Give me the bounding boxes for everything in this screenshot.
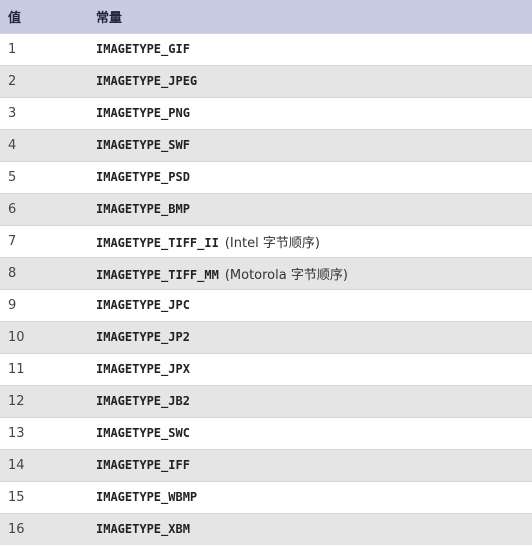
cell-constant: IMAGETYPE_XBM (96, 513, 532, 545)
table-row: 8 IMAGETYPE_TIFF_MM (Motorola 字节顺序) (0, 257, 532, 289)
table-row: 6 IMAGETYPE_BMP (0, 193, 532, 225)
value-text: 11 (8, 361, 25, 377)
header-value: 值 (8, 10, 22, 26)
value-text: 1 (8, 41, 17, 57)
imagetype-constants-table: 值 常量 1 IMAGETYPE_GIF 2 IMAGETYPE_JPEG 3 IMAGE… (0, 0, 532, 545)
table-row: 9 IMAGETYPE_JPC (0, 289, 532, 321)
table-header: 值 常量 (0, 0, 532, 33)
value-text: 3 (8, 105, 17, 121)
value-text: 8 (8, 265, 17, 281)
cell-constant: IMAGETYPE_WBMP (96, 481, 532, 513)
constant-note: (Motorola 字节顺序) (224, 267, 348, 283)
constant-name: IMAGETYPE_SWC (96, 425, 190, 440)
cell-value: 3 (0, 97, 96, 129)
table-header-row: 值 常量 (0, 0, 532, 33)
cell-constant: IMAGETYPE_JP2 (96, 321, 532, 353)
value-text: 2 (8, 73, 17, 89)
constant-name: IMAGETYPE_XBM (96, 521, 190, 536)
constant-name: IMAGETYPE_PNG (96, 105, 190, 120)
table-row: 2 IMAGETYPE_JPEG (0, 65, 532, 97)
cell-value: 5 (0, 161, 96, 193)
constant-name: IMAGETYPE_JPC (96, 297, 190, 312)
constant-note: (Intel 字节顺序) (224, 235, 320, 251)
cell-constant: IMAGETYPE_PSD (96, 161, 532, 193)
cell-value: 4 (0, 129, 96, 161)
value-text: 4 (8, 137, 17, 153)
cell-value: 15 (0, 481, 96, 513)
table-row: 1 IMAGETYPE_GIF (0, 33, 532, 65)
cell-constant: IMAGETYPE_SWF (96, 129, 532, 161)
constant-name: IMAGETYPE_SWF (96, 137, 190, 152)
cell-value: 12 (0, 385, 96, 417)
constant-name: IMAGETYPE_WBMP (96, 489, 198, 504)
cell-value: 9 (0, 289, 96, 321)
table-row: 12 IMAGETYPE_JB2 (0, 385, 532, 417)
cell-constant: IMAGETYPE_BMP (96, 193, 532, 225)
cell-constant: IMAGETYPE_TIFF_MM (Motorola 字节顺序) (96, 257, 532, 289)
value-text: 14 (8, 457, 25, 473)
cell-constant: IMAGETYPE_PNG (96, 97, 532, 129)
value-text: 16 (8, 521, 25, 537)
constant-name: IMAGETYPE_GIF (96, 41, 190, 56)
table-row: 15 IMAGETYPE_WBMP (0, 481, 532, 513)
table-row: 13 IMAGETYPE_SWC (0, 417, 532, 449)
table-row: 3 IMAGETYPE_PNG (0, 97, 532, 129)
cell-value: 14 (0, 449, 96, 481)
constant-name: IMAGETYPE_TIFF_II (96, 235, 219, 250)
table-row: 4 IMAGETYPE_SWF (0, 129, 532, 161)
value-text: 10 (8, 329, 25, 345)
cell-value: 7 (0, 225, 96, 257)
cell-constant: IMAGETYPE_JB2 (96, 385, 532, 417)
constant-name: IMAGETYPE_JP2 (96, 329, 190, 344)
cell-value: 8 (0, 257, 96, 289)
cell-value: 16 (0, 513, 96, 545)
constant-name: IMAGETYPE_JPEG (96, 73, 198, 88)
cell-constant: IMAGETYPE_TIFF_II (Intel 字节顺序) (96, 225, 532, 257)
cell-constant: IMAGETYPE_JPEG (96, 65, 532, 97)
cell-value: 11 (0, 353, 96, 385)
cell-constant: IMAGETYPE_IFF (96, 449, 532, 481)
cell-constant: IMAGETYPE_JPC (96, 289, 532, 321)
table-row: 14 IMAGETYPE_IFF (0, 449, 532, 481)
table-row: 11 IMAGETYPE_JPX (0, 353, 532, 385)
header-constant: 常量 (96, 10, 123, 26)
cell-value: 2 (0, 65, 96, 97)
constant-name: IMAGETYPE_JB2 (96, 393, 190, 408)
cell-value: 10 (0, 321, 96, 353)
constant-name: IMAGETYPE_TIFF_MM (96, 267, 219, 282)
cell-constant: IMAGETYPE_JPX (96, 353, 532, 385)
value-text: 12 (8, 393, 25, 409)
table-body: 1 IMAGETYPE_GIF 2 IMAGETYPE_JPEG 3 IMAGETYPE_… (0, 33, 532, 545)
cell-value: 13 (0, 417, 96, 449)
cell-value: 1 (0, 33, 96, 65)
constant-name: IMAGETYPE_IFF (96, 457, 190, 472)
cell-value: 6 (0, 193, 96, 225)
constant-name: IMAGETYPE_BMP (96, 201, 190, 216)
value-text: 7 (8, 233, 17, 249)
cell-constant: IMAGETYPE_GIF (96, 33, 532, 65)
value-text: 9 (8, 297, 17, 313)
table-row: 10 IMAGETYPE_JP2 (0, 321, 532, 353)
value-text: 5 (8, 169, 17, 185)
value-text: 13 (8, 425, 25, 441)
table-row: 5 IMAGETYPE_PSD (0, 161, 532, 193)
value-text: 15 (8, 489, 25, 505)
table-row: 7 IMAGETYPE_TIFF_II (Intel 字节顺序) (0, 225, 532, 257)
value-text: 6 (8, 201, 17, 217)
constant-name: IMAGETYPE_JPX (96, 361, 190, 376)
table-row: 16 IMAGETYPE_XBM (0, 513, 532, 545)
cell-constant: IMAGETYPE_SWC (96, 417, 532, 449)
constant-name: IMAGETYPE_PSD (96, 169, 190, 184)
